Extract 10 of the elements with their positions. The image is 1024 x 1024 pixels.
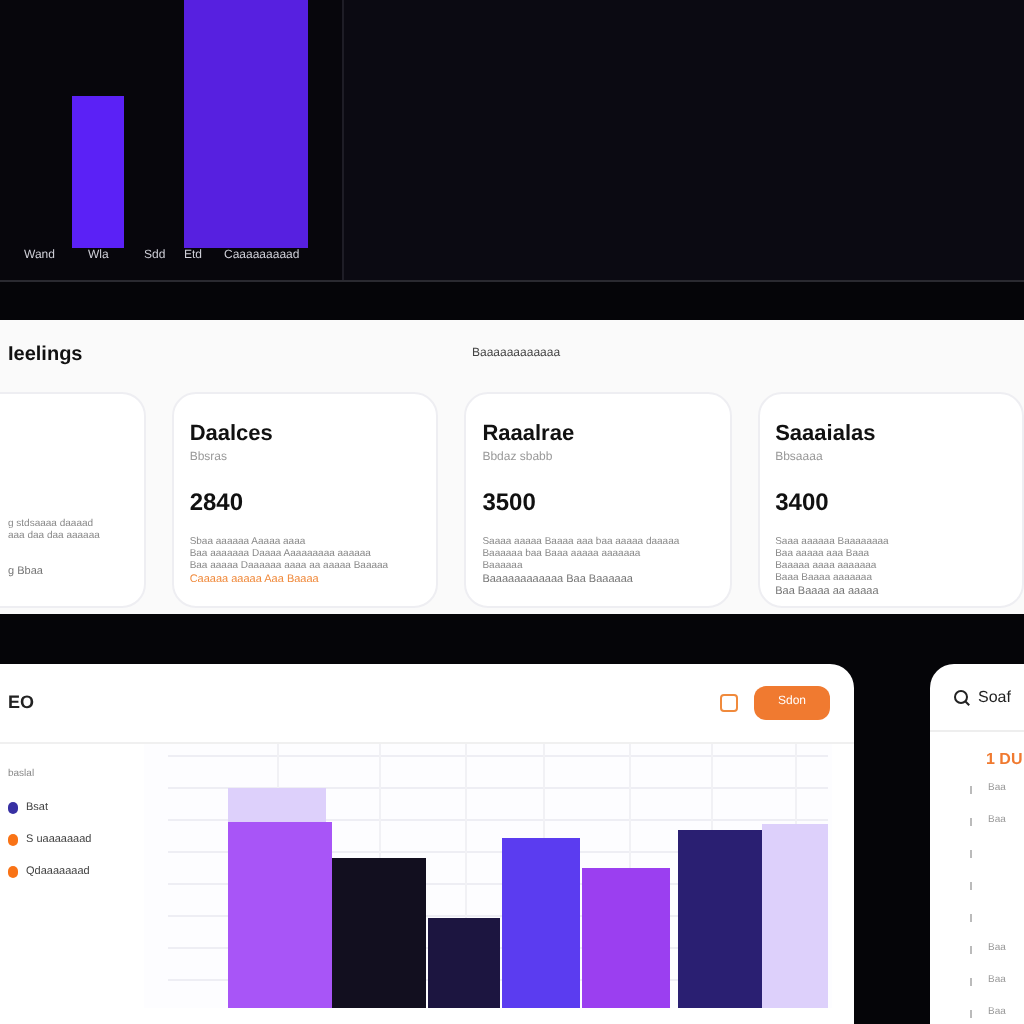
card-value: 3400 bbox=[775, 486, 831, 521]
card-title: Soaf bbox=[978, 685, 1011, 709]
card-heading: 1 DU bbox=[984, 748, 1024, 772]
card-value: 2840 bbox=[189, 486, 246, 521]
card-title: EO bbox=[8, 689, 35, 716]
card-value: 3500 bbox=[482, 486, 538, 521]
card-title: Raaalrae bbox=[482, 419, 577, 450]
card-title: Daalces bbox=[189, 419, 275, 450]
panel-title: Ieelings bbox=[8, 342, 85, 371]
card-title: Saaaialas bbox=[775, 419, 878, 450]
